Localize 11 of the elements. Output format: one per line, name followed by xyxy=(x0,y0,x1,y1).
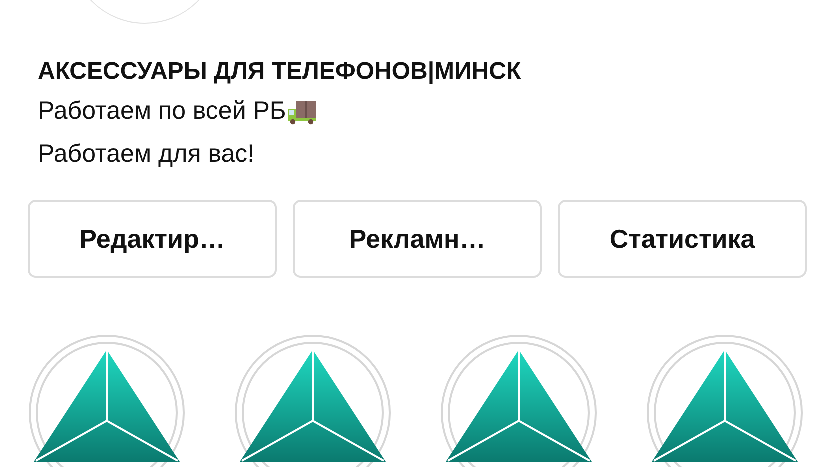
bio-line: Работаем для вас! xyxy=(38,139,255,170)
profile-button[interactable]: Статистика xyxy=(558,200,807,278)
profile-button[interactable]: Рекламн… xyxy=(293,200,542,278)
profile-name: АКСЕССУАРЫ ДЛЯ ТЕЛЕФОНОВ|МИНСК xyxy=(38,57,522,87)
highlight-logo-icon[interactable] xyxy=(28,334,186,467)
bio-line: Работаем по всей РБ xyxy=(38,96,286,127)
profile-button[interactable]: Редактир… xyxy=(28,200,277,278)
highlight-logo-icon[interactable] xyxy=(440,334,598,467)
highlight-logo-icon[interactable] xyxy=(646,334,804,467)
truck-icon xyxy=(287,98,318,124)
highlight-logo-icon[interactable] xyxy=(234,334,392,467)
